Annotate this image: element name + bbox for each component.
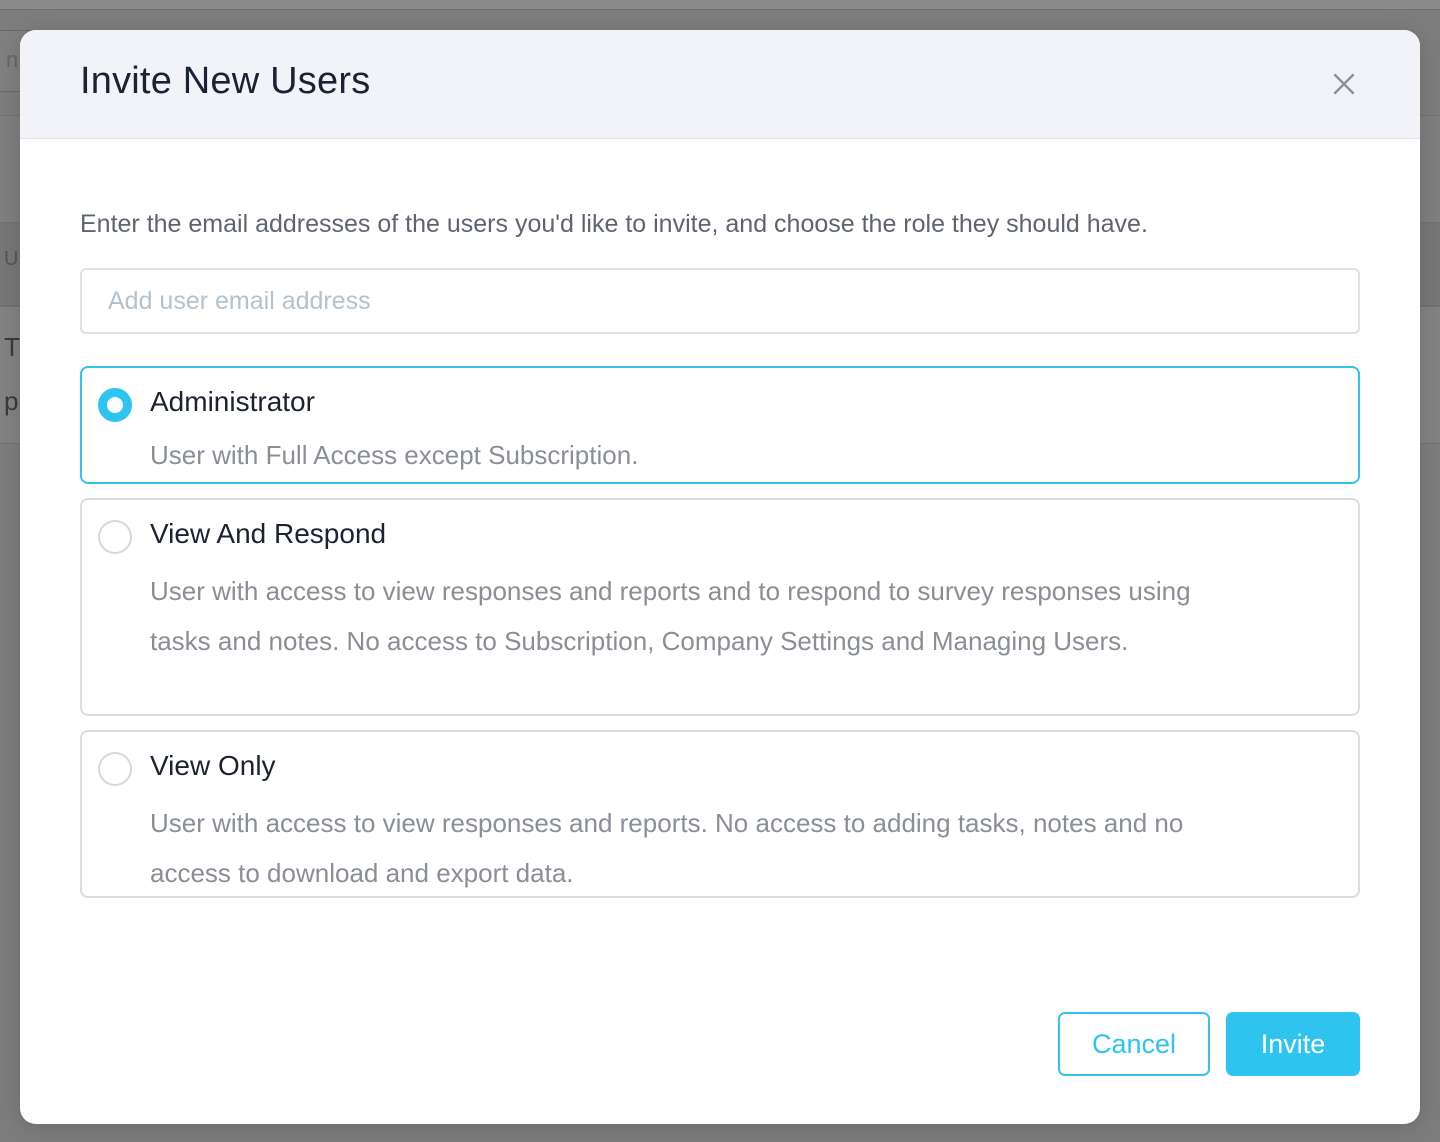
role-option-administrator[interactable]: Administrator User with Full Access exce… <box>80 366 1360 484</box>
role-option-view-only[interactable]: View Only User with access to view respo… <box>80 730 1360 898</box>
role-label: Administrator <box>150 386 315 417</box>
close-button[interactable] <box>1326 66 1362 102</box>
invite-users-dialog: Invite New Users Enter the email address… <box>20 30 1420 1124</box>
background-search-text: n <box>6 47 19 72</box>
background-topbar <box>0 0 1440 10</box>
email-input[interactable] <box>80 268 1360 334</box>
background-text: U <box>4 248 19 270</box>
invite-button[interactable]: Invite <box>1226 1012 1360 1076</box>
role-label: View And Respond <box>150 518 387 549</box>
close-icon <box>1333 73 1355 95</box>
role-description: User with Full Access except Subscriptio… <box>150 440 639 470</box>
radio-button[interactable] <box>98 752 132 786</box>
background-text: T <box>4 332 20 362</box>
dialog-header: Invite New Users <box>20 30 1420 139</box>
cancel-button[interactable]: Cancel <box>1058 1012 1210 1076</box>
role-description: User with access to view responses and r… <box>150 576 1191 656</box>
role-label: View Only <box>150 750 276 781</box>
dialog-instructions: Enter the email addresses of the users y… <box>80 210 1148 238</box>
role-option-view-and-respond[interactable]: View And Respond User with access to vie… <box>80 498 1360 716</box>
background-text: p <box>4 386 19 416</box>
role-description: User with access to view responses and r… <box>150 808 1184 888</box>
radio-button[interactable] <box>98 520 132 554</box>
radio-button-selected[interactable] <box>98 388 132 422</box>
dialog-title: Invite New Users <box>80 60 371 102</box>
